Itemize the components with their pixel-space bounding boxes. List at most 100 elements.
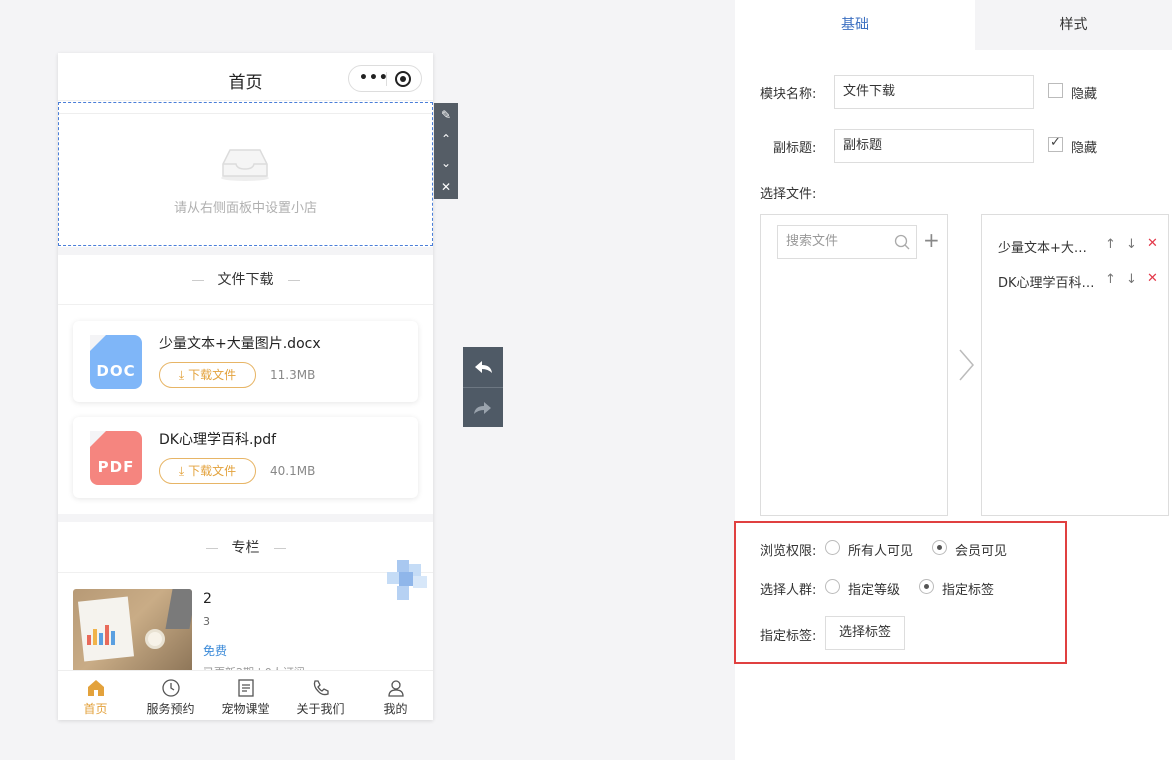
file-name: DK心理学百科.pdf (159, 432, 277, 448)
file-type-label: PDF (97, 458, 135, 476)
document-icon (237, 679, 254, 697)
phone-icon (313, 680, 329, 696)
add-file-icon[interactable]: + (923, 230, 940, 250)
phone-header: 首页 ••• (58, 53, 433, 101)
file-source-box: 搜索文件 + (760, 214, 948, 516)
file-type-label: DOC (96, 362, 136, 380)
file-size: 11.3MB (270, 368, 316, 382)
move-up-icon[interactable]: ⌃ (434, 127, 458, 151)
file-search-input[interactable]: 搜索文件 (777, 225, 917, 259)
move-down-icon[interactable]: ↓ (1126, 237, 1137, 252)
module-name-input[interactable]: 文件下载 (834, 75, 1034, 109)
tab-label: 首页 (83, 702, 108, 716)
shop-module[interactable]: 请从右侧面板中设置小店 (58, 102, 433, 246)
user-icon (387, 680, 404, 697)
column-section-title: 专栏 (58, 523, 433, 573)
permission-member-radio[interactable] (932, 540, 947, 555)
phone-preview: 首页 ••• 请从右侧面板中设置小店 文件下载 DOC 少量文本+大量图片.do… (58, 53, 433, 720)
remove-icon[interactable]: ✕ (1147, 271, 1158, 286)
mini-program-capsule[interactable]: ••• (348, 65, 422, 92)
select-tag-button[interactable]: 选择标签 (825, 616, 905, 650)
edit-icon[interactable]: ✎ (434, 103, 458, 127)
section-gap (58, 247, 433, 255)
doc-file-icon: DOC (90, 335, 142, 389)
redo-button[interactable] (463, 388, 503, 428)
section-gap (58, 514, 433, 522)
crowd-tag-radio[interactable] (919, 579, 934, 594)
crowd-level-radio[interactable] (825, 579, 840, 594)
bottom-tabbar: 首页 服务预约 宠物课堂 关于我们 我的 (58, 670, 433, 720)
search-icon[interactable] (894, 234, 910, 250)
redo-icon (474, 402, 491, 414)
search-placeholder: 搜索文件 (786, 234, 839, 249)
move-up-icon[interactable]: ↑ (1105, 272, 1116, 287)
empty-tray-icon (221, 149, 269, 181)
crowd-label: 选择人群: (760, 583, 817, 598)
column-subtitle: 3 (203, 615, 210, 628)
move-up-icon[interactable]: ↑ (1105, 237, 1116, 252)
shop-placeholder: 请从右侧面板中设置小店 (59, 113, 432, 245)
module-toolbar: ✎ ⌃ ⌄ ✕ (434, 103, 458, 199)
tab-booking[interactable]: 服务预约 (133, 671, 208, 720)
permission-all-radio[interactable] (825, 540, 840, 555)
capsule-divider (386, 72, 387, 86)
file-card-1[interactable]: DOC 少量文本+大量图片.docx ⤓ 下载文件 11.3MB (73, 321, 418, 402)
column-card[interactable]: 2 3 免费 已更新2期 | 0人订阅 (73, 589, 418, 679)
column-price: 免费 (203, 644, 228, 658)
download-icon: ⤓ (178, 368, 185, 382)
permission-member-label: 会员可见 (955, 544, 1008, 559)
tab-style[interactable]: 样式 (975, 0, 1172, 50)
download-button[interactable]: ⤓ 下载文件 (159, 362, 256, 388)
tag-label: 指定标签: (760, 629, 817, 644)
download-label: 下载文件 (188, 464, 237, 478)
permission-label: 浏览权限: (760, 544, 817, 559)
delete-icon[interactable]: ✕ (434, 175, 458, 199)
decorative-tile-icon (387, 560, 427, 600)
move-down-icon[interactable]: ↓ (1126, 272, 1137, 287)
download-button[interactable]: ⤓ 下载文件 (159, 458, 256, 484)
tab-pet-class[interactable]: 宠物课堂 (208, 671, 283, 720)
tab-about[interactable]: 关于我们 (283, 671, 358, 720)
subtitle-input[interactable]: 副标题 (834, 129, 1034, 163)
panel-tabs: 基础 样式 (735, 0, 1172, 50)
download-label: 下载文件 (188, 368, 237, 382)
hide-label: 隐藏 (1071, 141, 1098, 156)
tab-basic[interactable]: 基础 (735, 0, 975, 50)
tab-label: 我的 (383, 702, 408, 716)
hide-label: 隐藏 (1071, 87, 1098, 102)
move-down-icon[interactable]: ⌄ (434, 151, 458, 175)
shop-placeholder-text: 请从右侧面板中设置小店 (173, 201, 317, 216)
file-size: 40.1MB (270, 464, 316, 478)
module-name-hide-checkbox[interactable] (1048, 83, 1063, 98)
subtitle-hide-checkbox[interactable] (1048, 135, 1063, 152)
tab-mine[interactable]: 我的 (358, 671, 433, 720)
undo-icon (475, 361, 492, 373)
permission-all-label: 所有人可见 (848, 544, 914, 559)
crowd-tag-label: 指定标签 (942, 583, 995, 598)
tab-label: 宠物课堂 (221, 702, 270, 716)
tab-home[interactable]: 首页 (58, 671, 133, 720)
column-title: 2 (203, 591, 212, 607)
column-section-title-text: 专栏 (231, 540, 260, 556)
selected-files-box: 少量文本+大量图片.docx ↑ ↓ ✕ DK心理学百科.pdf ↑ ↓ ✕ (981, 214, 1169, 516)
select-file-label: 选择文件: (760, 187, 817, 202)
more-icon[interactable]: ••• (359, 70, 389, 86)
history-controls (463, 347, 503, 427)
module-name-label: 模块名称: (760, 87, 817, 102)
subtitle-label: 副标题: (773, 141, 817, 156)
selected-file-item: 少量文本+大量图片.docx (998, 241, 1098, 256)
column-cover-image (73, 589, 192, 673)
chevron-right-icon[interactable] (956, 348, 976, 382)
clock-icon (161, 679, 180, 697)
close-target-icon[interactable] (395, 71, 411, 87)
files-section-title-text: 文件下载 (217, 272, 274, 288)
file-card-2[interactable]: PDF DK心理学百科.pdf ⤓ 下载文件 40.1MB (73, 417, 418, 498)
pdf-file-icon: PDF (90, 431, 142, 485)
undo-button[interactable] (463, 347, 503, 387)
files-section-title: 文件下载 (58, 255, 433, 305)
home-icon (87, 680, 104, 696)
tab-label: 关于我们 (296, 702, 345, 716)
download-icon: ⤓ (178, 464, 185, 478)
remove-icon[interactable]: ✕ (1147, 236, 1158, 251)
selected-file-item: DK心理学百科.pdf (998, 276, 1098, 291)
